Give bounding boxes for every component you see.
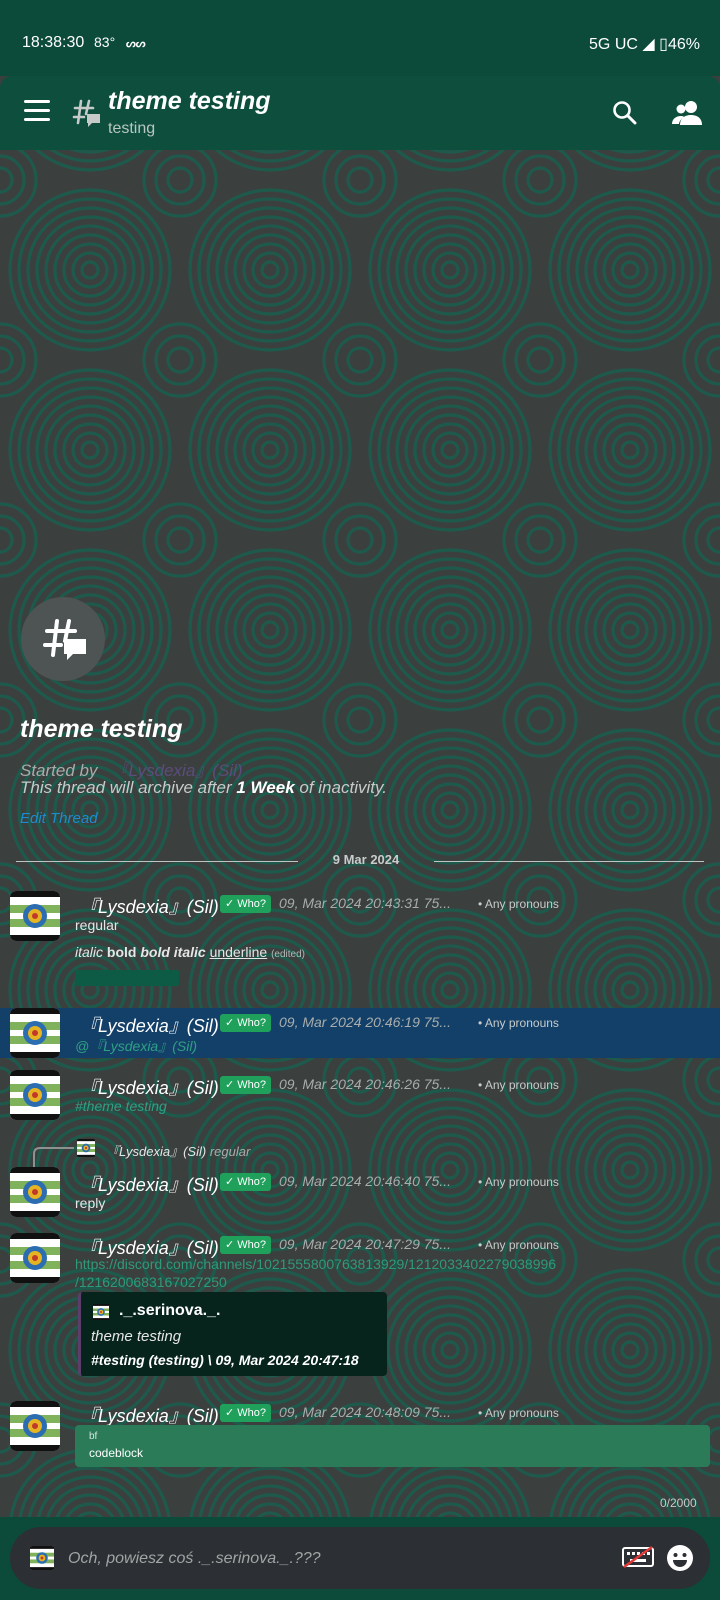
status-right: 5G UC ◢ ▯46% xyxy=(589,34,700,54)
date-divider: 9 Mar 2024 xyxy=(16,852,704,870)
notification-icon: ᔕᔕ xyxy=(126,38,146,50)
underline-text: underline xyxy=(209,944,268,960)
status-bar: 18:38:30 83° ᔕᔕ 5G UC ◢ ▯46% xyxy=(0,0,720,76)
embed-footer: #testing (testing) \ 09, Mar 2024 20:47:… xyxy=(91,1352,359,1368)
thread-icon xyxy=(72,99,100,127)
search-icon[interactable] xyxy=(612,100,638,126)
role-badge[interactable]: ✓ Who? xyxy=(220,1014,272,1032)
edited-tag: (edited) xyxy=(271,949,305,960)
role-badge[interactable]: ✓ Who? xyxy=(220,1076,272,1094)
signal-icon: ◢ xyxy=(642,36,655,53)
archive-suffix: of inactivity. xyxy=(294,778,387,797)
avatar[interactable] xyxy=(10,891,60,941)
role-badge[interactable]: ✓ Who? xyxy=(220,895,272,913)
network-label: 5G UC xyxy=(589,36,638,53)
message-text: regular xyxy=(75,917,119,933)
battery-level: 46% xyxy=(667,36,700,53)
code-block[interactable]: bf codeblock xyxy=(75,1425,710,1467)
thread-title: theme testing xyxy=(20,715,183,743)
message-formatted-text: italic bold bold italic underline (edite… xyxy=(75,944,305,960)
edit-thread-link[interactable]: Edit Thread xyxy=(20,810,98,827)
status-time: 18:38:30 xyxy=(22,34,85,51)
channel-subtitle: testing xyxy=(108,120,156,137)
message-timestamp: 09, Mar 2024 20:47:29 75... xyxy=(279,1236,452,1252)
italic-text: italic xyxy=(75,944,104,960)
message-author[interactable]: 『Lysdexia』(Sil) xyxy=(80,1012,219,1038)
code-language: bf xyxy=(89,1431,98,1442)
reply-snippet: regular xyxy=(209,1144,251,1159)
message-timestamp: 09, Mar 2024 20:46:19 75... xyxy=(279,1014,452,1030)
embed-author: ._.serinova._. xyxy=(119,1302,221,1319)
message-timestamp: 09, Mar 2024 20:46:26 75... xyxy=(279,1076,452,1092)
character-counter: 0/2000 xyxy=(660,1496,697,1510)
message-link-continued[interactable]: /1216200683167027250 xyxy=(75,1274,227,1290)
code-content: codeblock xyxy=(89,1446,144,1460)
message-input-placeholder[interactable]: Och, powiesz coś ._.serinova._.??? xyxy=(68,1550,321,1568)
message-author[interactable]: 『Lysdexia』(Sil) xyxy=(80,1171,219,1197)
members-icon[interactable] xyxy=(672,100,702,126)
keyboard-icon[interactable] xyxy=(622,1545,654,1569)
spoiler-block[interactable] xyxy=(75,970,179,986)
date-divider-label: 9 Mar 2024 xyxy=(332,852,400,867)
thread-avatar xyxy=(21,597,105,681)
embed-text: theme testing xyxy=(91,1328,182,1345)
reply-author: 『Lysdexia』(Sil) xyxy=(106,1144,207,1159)
pronouns: • Any pronouns xyxy=(478,1078,559,1092)
avatar[interactable] xyxy=(10,1070,60,1120)
pronouns: • Any pronouns xyxy=(478,1175,559,1189)
user-mention[interactable]: @『Lysdexia』(Sil) xyxy=(75,1036,197,1056)
pronouns: • Any pronouns xyxy=(478,1406,559,1420)
role-badge[interactable]: ✓ Who? xyxy=(220,1173,272,1191)
reply-preview[interactable]: 『Lysdexia』(Sil) regular xyxy=(106,1141,250,1160)
reply-avatar[interactable] xyxy=(75,1139,97,1157)
pronouns: • Any pronouns xyxy=(478,1016,559,1030)
archive-prefix: This thread will archive after xyxy=(20,778,237,797)
reply-connector xyxy=(33,1147,74,1168)
message-embed[interactable]: ._.serinova._. theme testing #testing (t… xyxy=(78,1292,387,1376)
channel-title: theme testing xyxy=(108,87,271,115)
avatar[interactable] xyxy=(10,1008,60,1058)
role-badge[interactable]: ✓ Who? xyxy=(220,1236,272,1254)
message-text: reply xyxy=(75,1195,106,1211)
emoji-icon[interactable] xyxy=(666,1544,694,1572)
message-timestamp: 09, Mar 2024 20:48:09 75... xyxy=(279,1404,452,1420)
avatar[interactable] xyxy=(10,1401,60,1451)
message-timestamp: 09, Mar 2024 20:46:40 75... xyxy=(279,1173,452,1189)
bold-text: bold xyxy=(106,944,137,960)
composer-avatar[interactable] xyxy=(28,1546,56,1570)
status-temperature: 83° xyxy=(94,34,116,50)
menu-icon[interactable] xyxy=(24,100,50,122)
thread-archive-notice: This thread will archive after 1 Week of… xyxy=(20,778,387,798)
thread-icon xyxy=(43,619,86,660)
battery-icon: ▯ xyxy=(659,36,668,53)
archive-duration[interactable]: 1 Week xyxy=(236,778,294,797)
embed-avatar xyxy=(93,1304,109,1320)
bold-italic-text: bold italic xyxy=(140,944,206,960)
message-timestamp: 09, Mar 2024 20:43:31 75... xyxy=(279,895,452,911)
pronouns: • Any pronouns xyxy=(478,1238,559,1252)
pronouns: • Any pronouns xyxy=(478,897,559,911)
avatar[interactable] xyxy=(10,1167,60,1217)
role-badge[interactable]: ✓ Who? xyxy=(220,1404,272,1422)
message-author[interactable]: 『Lysdexia』(Sil) xyxy=(80,1074,219,1100)
message-author[interactable]: 『Lysdexia』(Sil) xyxy=(80,893,219,919)
message-link[interactable]: https://discord.com/channels/10215558007… xyxy=(75,1256,556,1272)
channel-header: theme testing testing xyxy=(0,76,720,150)
avatar[interactable] xyxy=(10,1233,60,1283)
channel-link[interactable]: #theme testing xyxy=(75,1098,167,1114)
